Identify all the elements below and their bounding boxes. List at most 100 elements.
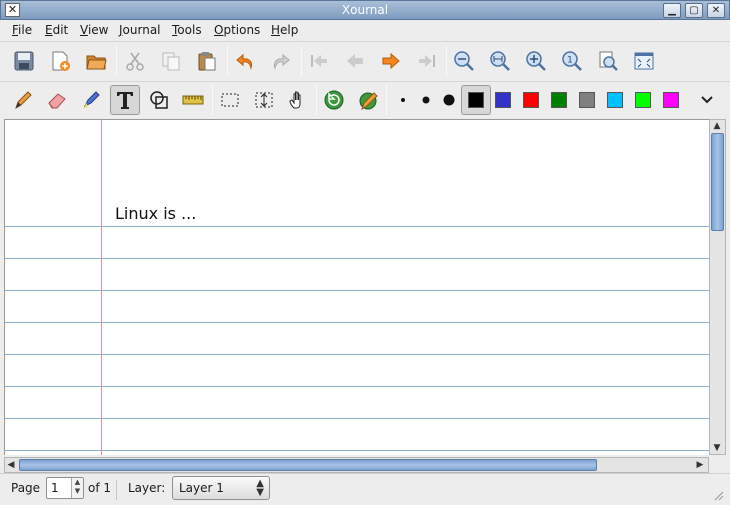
ruled-line [5,322,709,323]
ruled-line [5,226,709,227]
zoom-out-icon [454,51,474,71]
horizontal-scroll-thumb[interactable] [19,459,597,471]
default-tool-icon [324,90,344,110]
scroll-up-arrow[interactable]: ▲ [711,120,723,132]
redo-button[interactable] [266,46,296,76]
magenta-swatch [663,92,679,108]
select-rectangle-button[interactable] [215,85,245,115]
toolbar-separator [446,46,447,76]
highlighter-tool-button[interactable] [76,85,106,115]
color-red-button[interactable] [516,85,546,115]
toolbar-overflow-button[interactable] [692,85,722,115]
menu-file[interactable]: File [12,23,32,37]
pen-tool-button[interactable] [8,85,38,115]
menu-help[interactable]: Help [271,23,298,37]
ruler-icon [182,95,204,105]
cut-button[interactable] [120,46,150,76]
text-tool-button[interactable] [110,85,140,115]
status-separator [116,480,117,500]
color-blue-button[interactable] [488,85,518,115]
close-button[interactable]: ✕ [707,3,725,18]
journal-page[interactable]: Linux is ... [4,119,709,455]
shape-recognizer-button[interactable] [144,85,174,115]
color-light-green-button[interactable] [628,85,658,115]
thick-dot-icon [443,94,455,106]
select-rectangle-icon [221,93,239,107]
window-title: Xournal [341,3,389,17]
last-page-button[interactable] [412,46,442,76]
default-tool-button[interactable] [319,85,349,115]
minimize-button[interactable]: ▁ [663,3,681,18]
zoom-100-icon: 1 [562,51,582,71]
page-margin-line [101,120,102,455]
previous-page-icon [347,54,363,68]
layer-select-value: Layer 1 [179,481,224,495]
scroll-left-arrow[interactable]: ◀ [5,459,17,471]
menu-bar: File Edit View Journal Tools Options Hel… [0,20,730,41]
undo-button[interactable] [230,46,260,76]
color-gray-button[interactable] [572,85,602,115]
menu-options[interactable]: Options [214,23,260,37]
menu-edit[interactable]: Edit [45,23,68,37]
horizontal-scrollbar[interactable]: ◀ ▶ [4,457,709,473]
copy-button[interactable] [156,46,186,76]
page-text-box[interactable]: Linux is ... [115,204,196,223]
vertical-space-button[interactable] [249,85,279,115]
eraser-icon [48,93,66,109]
scroll-down-arrow[interactable]: ▼ [711,442,723,454]
pen-icon [15,91,32,110]
paste-icon [198,52,216,71]
color-green-button[interactable] [544,85,574,115]
default-pen-icon [359,92,378,111]
chevron-down-icon [701,96,713,104]
fullscreen-button[interactable] [629,46,659,76]
zoom-out-button[interactable] [449,46,479,76]
menu-journal[interactable]: Journal [119,23,161,37]
menu-tools[interactable]: Tools [172,23,202,37]
toolbar-separator [116,46,117,76]
next-page-button[interactable] [376,46,406,76]
vertical-scrollbar[interactable]: ▲ ▼ [709,119,726,455]
save-button[interactable] [9,46,39,76]
ruler-button[interactable] [178,85,208,115]
green-swatch [551,92,567,108]
new-page-button[interactable] [45,46,75,76]
color-black-button[interactable] [461,85,491,115]
thickness-thick-button[interactable] [432,85,462,115]
black-swatch [468,92,484,108]
paste-button[interactable] [192,46,222,76]
shape-recognizer-icon [150,91,168,109]
first-page-button[interactable] [304,46,334,76]
default-pen-button[interactable] [353,85,383,115]
copy-icon [162,52,180,71]
main-toolbar: 1 [0,41,730,81]
ruled-line [5,354,709,355]
text-tool-icon [117,92,133,109]
hand-icon [289,91,301,109]
zoom-page-button[interactable] [593,46,623,76]
color-light-blue-button[interactable] [600,85,630,115]
menu-view[interactable]: View [80,23,108,37]
open-button[interactable] [81,46,111,76]
spinner-arrows[interactable]: ▲ ▼ [71,478,83,498]
zoom-in-button[interactable] [521,46,551,76]
page-number-value[interactable]: 1 [51,481,59,495]
page-number-spinner[interactable]: 1 ▲ ▼ [46,477,84,499]
resize-grip-icon[interactable] [712,489,724,501]
hand-tool-button[interactable] [283,85,313,115]
zoom-100-button[interactable]: 1 [557,46,587,76]
ruled-line [5,258,709,259]
fullscreen-icon [634,52,654,70]
page-label: Page [11,481,41,495]
last-page-icon [419,55,435,67]
zoom-fit-width-icon [490,51,510,71]
layer-select[interactable]: Layer 1 ▲ ▼ [172,476,270,500]
zoom-fit-width-button[interactable] [485,46,515,76]
previous-page-button[interactable] [340,46,370,76]
maximize-button[interactable]: ▢ [685,3,703,18]
highlighter-icon [83,91,100,109]
vertical-scroll-thumb[interactable] [711,133,724,231]
color-magenta-button[interactable] [656,85,686,115]
scroll-right-arrow[interactable]: ▶ [694,459,706,471]
eraser-tool-button[interactable] [42,85,72,115]
